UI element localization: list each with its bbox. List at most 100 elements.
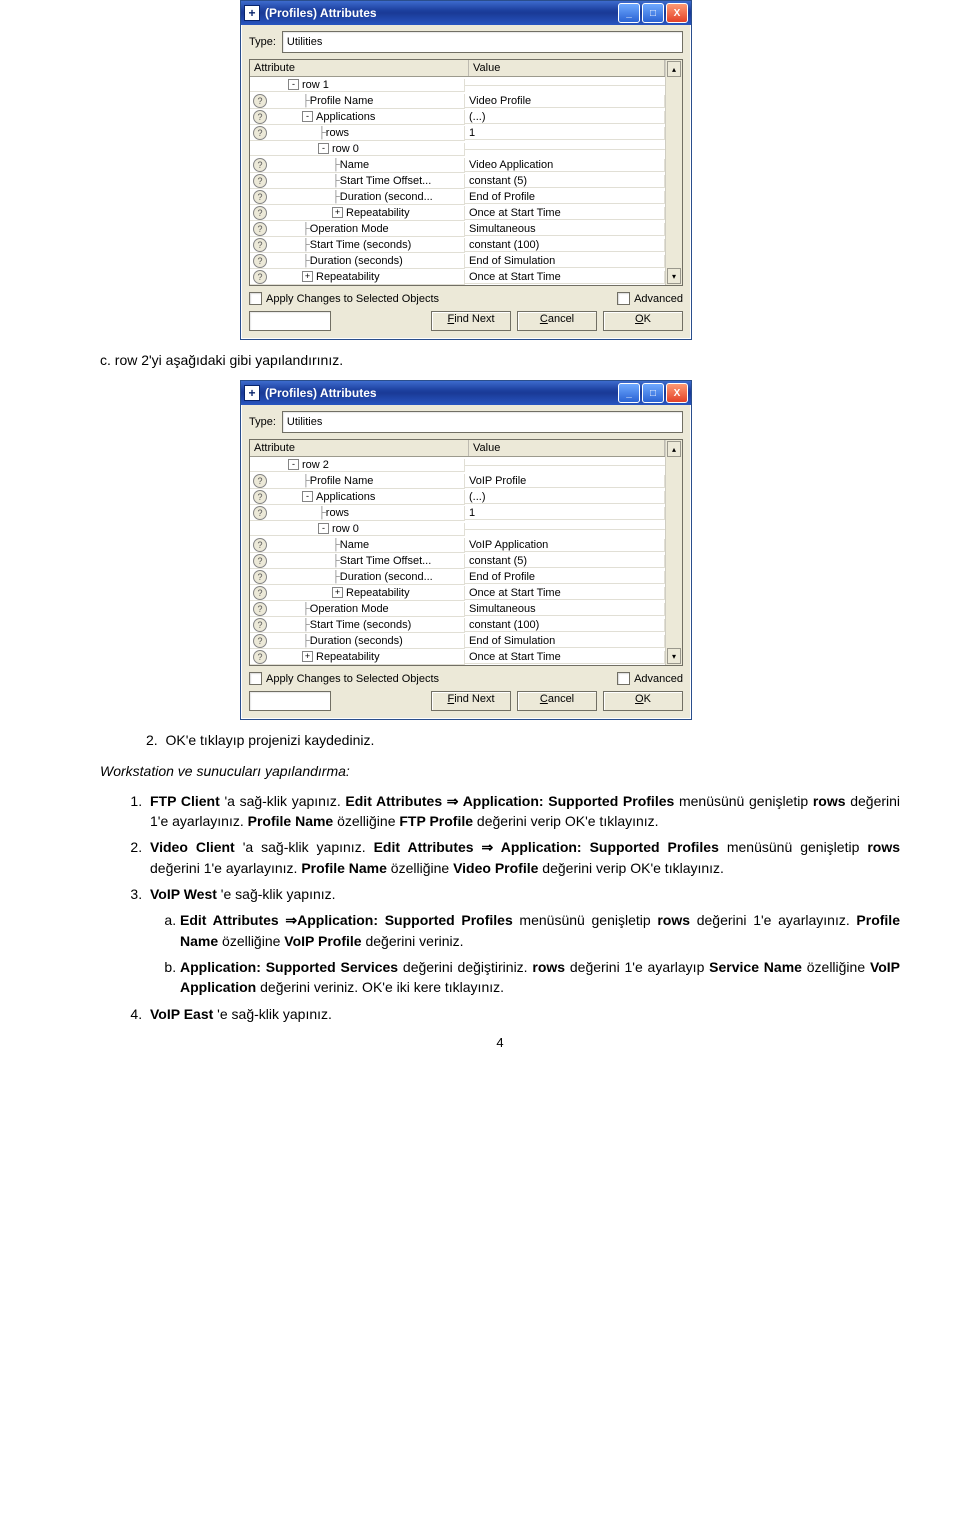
help-icon[interactable]: ?: [253, 94, 267, 108]
help-icon[interactable]: ?: [253, 554, 267, 568]
maximize-button[interactable]: □: [642, 383, 664, 403]
attr-value[interactable]: 1: [465, 127, 665, 140]
attr-value[interactable]: constant (5): [465, 175, 665, 188]
table-row[interactable]: -row 2: [250, 457, 665, 473]
attr-value[interactable]: constant (100): [465, 239, 665, 252]
apply-changes-checkbox[interactable]: [249, 292, 262, 305]
table-row[interactable]: ?├ NameVideo Application: [250, 157, 665, 173]
attr-value[interactable]: Once at Start Time: [465, 271, 665, 284]
attr-value[interactable]: (...): [465, 491, 665, 504]
type-field[interactable]: Utilities: [282, 31, 683, 53]
attr-value[interactable]: Once at Start Time: [465, 587, 665, 600]
table-row[interactable]: ?├ rows1: [250, 125, 665, 141]
attr-value[interactable]: Simultaneous: [465, 603, 665, 616]
find-input[interactable]: [249, 691, 331, 711]
help-icon[interactable]: ?: [253, 158, 267, 172]
close-button[interactable]: X: [666, 3, 688, 23]
collapse-icon[interactable]: -: [302, 111, 313, 122]
table-row[interactable]: ?├ NameVoIP Application: [250, 537, 665, 553]
help-icon[interactable]: ?: [253, 126, 267, 140]
attr-value[interactable]: Video Application: [465, 159, 665, 172]
help-icon[interactable]: ?: [253, 222, 267, 236]
advanced-checkbox[interactable]: [617, 672, 630, 685]
help-icon[interactable]: ?: [253, 270, 267, 284]
attributes-table[interactable]: AttributeValue-row 1?├ Profile NameVideo…: [250, 60, 665, 285]
table-row[interactable]: ?├ Start Time (seconds)constant (100): [250, 237, 665, 253]
attr-value[interactable]: 1: [465, 507, 665, 520]
collapse-icon[interactable]: -: [318, 143, 329, 154]
attr-value[interactable]: Once at Start Time: [465, 651, 665, 664]
expand-icon[interactable]: +: [302, 651, 313, 662]
collapse-icon[interactable]: -: [288, 79, 299, 90]
find-input[interactable]: [249, 311, 331, 331]
type-field[interactable]: Utilities: [282, 411, 683, 433]
table-row[interactable]: ?├ Profile NameVideo Profile: [250, 93, 665, 109]
table-row[interactable]: ?├ Profile NameVoIP Profile: [250, 473, 665, 489]
col-header-attribute[interactable]: Attribute: [250, 440, 469, 456]
close-button[interactable]: X: [666, 383, 688, 403]
expand-icon[interactable]: +: [332, 587, 343, 598]
attr-value[interactable]: Video Profile: [465, 95, 665, 108]
table-row[interactable]: ?├ rows1: [250, 505, 665, 521]
expand-icon[interactable]: +: [302, 271, 313, 282]
cancel-button[interactable]: Cancel: [517, 311, 597, 331]
help-icon[interactable]: ?: [253, 174, 267, 188]
minimize-button[interactable]: _: [618, 3, 640, 23]
table-row[interactable]: ?├ Duration (seconds)End of Simulation: [250, 253, 665, 269]
maximize-button[interactable]: □: [642, 3, 664, 23]
ok-button[interactable]: OK: [603, 311, 683, 331]
col-header-attribute[interactable]: Attribute: [250, 60, 469, 76]
attr-value[interactable]: Simultaneous: [465, 223, 665, 236]
attributes-table[interactable]: AttributeValue-row 2?├ Profile NameVoIP …: [250, 440, 665, 665]
scroll-down-icon[interactable]: ▾: [667, 648, 681, 664]
attr-value[interactable]: End of Profile: [465, 571, 665, 584]
help-icon[interactable]: ?: [253, 602, 267, 616]
help-icon[interactable]: ?: [253, 618, 267, 632]
scrollbar[interactable]: ▴▾: [665, 60, 682, 285]
attr-value[interactable]: [465, 465, 665, 466]
attr-value[interactable]: [465, 149, 665, 150]
advanced-checkbox[interactable]: [617, 292, 630, 305]
scroll-up-icon[interactable]: ▴: [667, 441, 681, 457]
help-icon[interactable]: ?: [253, 506, 267, 520]
collapse-icon[interactable]: -: [302, 491, 313, 502]
find-next-button[interactable]: Find Next: [431, 311, 511, 331]
table-row[interactable]: ?├ Duration (second...End of Profile: [250, 189, 665, 205]
col-header-value[interactable]: Value: [469, 440, 665, 456]
table-row[interactable]: ?+RepeatabilityOnce at Start Time: [250, 585, 665, 601]
help-icon[interactable]: ?: [253, 474, 267, 488]
help-icon[interactable]: ?: [253, 538, 267, 552]
help-icon[interactable]: ?: [253, 254, 267, 268]
table-row[interactable]: ?├ Start Time Offset...constant (5): [250, 553, 665, 569]
find-next-button[interactable]: Find Next: [431, 691, 511, 711]
help-icon[interactable]: ?: [253, 490, 267, 504]
table-row[interactable]: ?├ Start Time (seconds)constant (100): [250, 617, 665, 633]
attr-value[interactable]: constant (5): [465, 555, 665, 568]
attr-value[interactable]: Once at Start Time: [465, 207, 665, 220]
attr-value[interactable]: [465, 85, 665, 86]
help-icon[interactable]: ?: [253, 190, 267, 204]
help-icon[interactable]: ?: [253, 238, 267, 252]
attr-value[interactable]: (...): [465, 111, 665, 124]
attr-value[interactable]: End of Profile: [465, 191, 665, 204]
attr-value[interactable]: End of Simulation: [465, 255, 665, 268]
table-row[interactable]: -row 0: [250, 141, 665, 157]
table-row[interactable]: ?├ Operation ModeSimultaneous: [250, 221, 665, 237]
table-row[interactable]: ?├ Operation ModeSimultaneous: [250, 601, 665, 617]
expand-icon[interactable]: +: [332, 207, 343, 218]
help-icon[interactable]: ?: [253, 586, 267, 600]
help-icon[interactable]: ?: [253, 570, 267, 584]
table-row[interactable]: ?+RepeatabilityOnce at Start Time: [250, 269, 665, 285]
help-icon[interactable]: ?: [253, 110, 267, 124]
table-row[interactable]: ?-Applications(...): [250, 489, 665, 505]
attr-value[interactable]: VoIP Application: [465, 539, 665, 552]
col-header-value[interactable]: Value: [469, 60, 665, 76]
table-row[interactable]: ?├ Start Time Offset...constant (5): [250, 173, 665, 189]
help-icon[interactable]: ?: [253, 634, 267, 648]
table-row[interactable]: ?├ Duration (seconds)End of Simulation: [250, 633, 665, 649]
scrollbar[interactable]: ▴▾: [665, 440, 682, 665]
attr-value[interactable]: End of Simulation: [465, 635, 665, 648]
minimize-button[interactable]: _: [618, 383, 640, 403]
table-row[interactable]: -row 0: [250, 521, 665, 537]
apply-changes-checkbox[interactable]: [249, 672, 262, 685]
